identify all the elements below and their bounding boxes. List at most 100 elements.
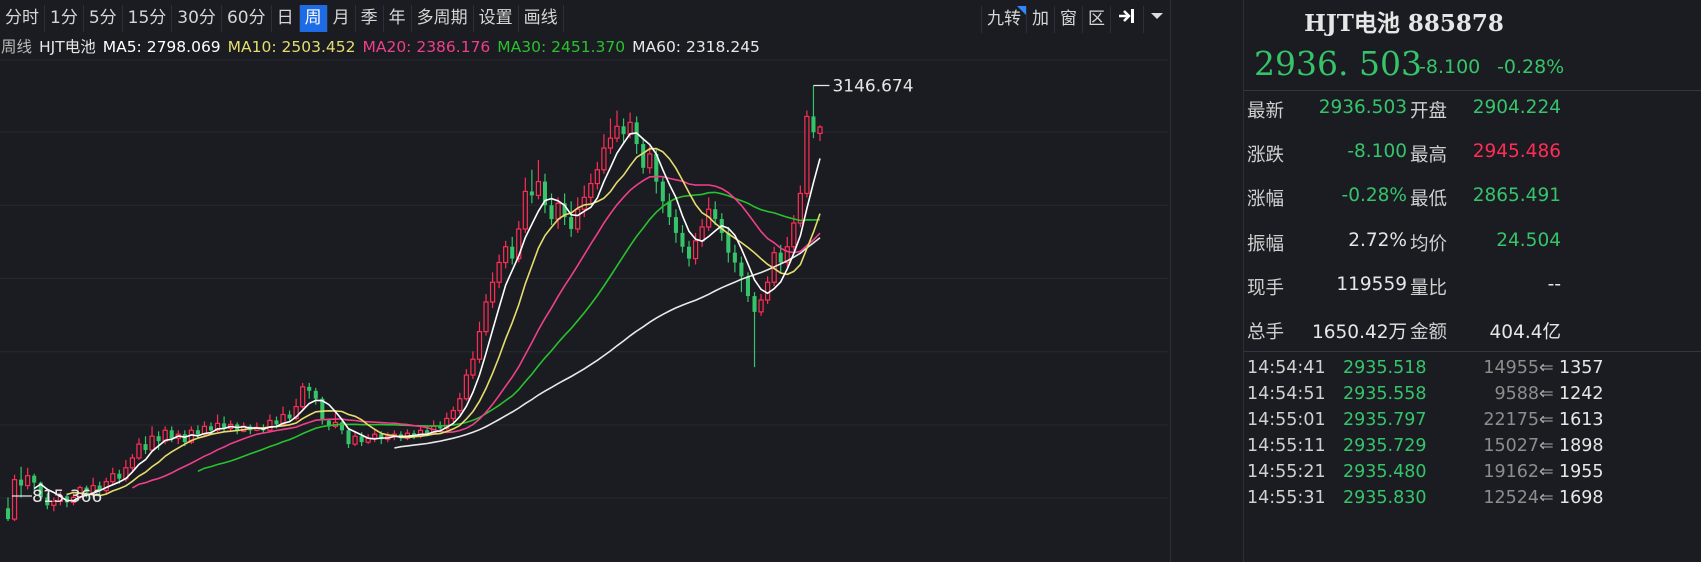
candle-body: [647, 153, 653, 169]
candle-body: [274, 420, 279, 425]
tick-row[interactable]: 14:55:11 2935.729 15027 ⇐ 1898: [1247, 436, 1701, 460]
period-tab[interactable]: 周: [299, 4, 328, 32]
quote-value: 1650.42万: [1311, 322, 1407, 343]
candle-body: [359, 436, 364, 443]
low-value-label: 815.366: [32, 487, 102, 507]
period-tab[interactable]: 月: [328, 4, 356, 32]
candle-body: [764, 281, 771, 301]
quote-label: 最高: [1410, 145, 1448, 166]
period-tab[interactable]: 多周期: [412, 4, 474, 32]
tick-row[interactable]: 14:55:31 2935.830 12524 ⇐ 1698: [1247, 488, 1701, 512]
ma-legend: 周线 HJT电池 MA5: 2798.069 MA10: 2503.452 MA20: …: [0, 35, 1170, 56]
period-tab[interactable]: 设置: [474, 4, 519, 32]
candle-body: [687, 246, 692, 259]
period-tab[interactable]: 30分: [172, 4, 222, 32]
candle-body: [569, 217, 574, 229]
tick-count: 1242: [1559, 384, 1604, 404]
quote-row: 涨跌 -8.100 最高 2945.486: [1247, 141, 1567, 171]
candle-body: [535, 180, 542, 197]
tick-count: 1357: [1559, 358, 1604, 378]
candle-body: [752, 296, 757, 312]
candle-body: [149, 435, 155, 451]
candle-body: [575, 208, 581, 230]
candle-body: [195, 430, 200, 435]
candle-body: [11, 479, 18, 520]
range-button[interactable]: 区: [1082, 6, 1110, 33]
candle-body: [463, 374, 470, 400]
candle-body: [601, 147, 607, 171]
candle-body: [804, 115, 810, 195]
tick-row[interactable]: 14:55:21 2935.480 19162 ⇐ 1955: [1247, 462, 1701, 486]
quote-value: 2865.491: [1472, 185, 1561, 206]
quote-value: 2904.224: [1472, 97, 1561, 118]
candle-body: [621, 126, 626, 135]
period-tab[interactable]: 日: [272, 4, 300, 32]
candle-body: [346, 430, 351, 445]
quote-label: 金额: [1410, 322, 1448, 343]
candle-body: [607, 137, 614, 149]
candle-body: [267, 419, 273, 431]
ma10-value: MA10: 2503.452: [227, 38, 356, 56]
divider: [1244, 90, 1701, 91]
add-button[interactable]: 加: [1026, 6, 1054, 33]
candle-body: [372, 433, 378, 439]
left-arrow-icon: ⇐: [1539, 436, 1554, 456]
period-tab[interactable]: 年: [384, 4, 412, 32]
quote-value: 404.4亿: [1489, 322, 1561, 343]
stock-name: HJT电池: [39, 38, 96, 56]
period-tab[interactable]: 画线: [519, 4, 564, 32]
quote-label: 总手: [1247, 322, 1285, 343]
quote-value: 2.72%: [1348, 230, 1407, 251]
expand-panel-icon[interactable]: [1110, 6, 1143, 33]
tick-volume: 19162: [1483, 462, 1539, 482]
candle-body: [117, 473, 122, 479]
candle-body: [797, 192, 803, 224]
candle-body: [641, 144, 646, 168]
period-tab[interactable]: 5分: [84, 4, 123, 32]
candle-body: [732, 252, 737, 263]
window-button[interactable]: 窗: [1054, 6, 1082, 33]
app-window: 32762911254021691798142710573146.674815.…: [0, 0, 1701, 562]
candle-body: [182, 434, 187, 443]
tick-row[interactable]: 14:54:51 2935.558 9588 ⇐ 1242: [1247, 384, 1701, 408]
period-tab[interactable]: 分时: [0, 4, 45, 32]
tick-row[interactable]: 14:54:41 2935.518 14955 ⇐ 1357: [1247, 358, 1701, 382]
candle-body: [143, 444, 148, 451]
period-tab[interactable]: 60分: [222, 4, 272, 32]
kline-chart[interactable]: 32762911254021691798142710573146.674815.…: [0, 0, 1170, 562]
candle-body: [156, 436, 161, 442]
chevron-down-icon[interactable]: [1143, 6, 1170, 33]
tick-count: 1955: [1559, 462, 1604, 482]
period-tab[interactable]: 季: [356, 4, 384, 32]
candle-body: [699, 226, 705, 242]
candle-body: [136, 443, 142, 459]
candle-body: [522, 190, 528, 230]
candle-body: [739, 262, 744, 277]
candle-body: [470, 358, 476, 376]
candle-body: [614, 125, 620, 139]
kline-chart-panel[interactable]: 32762911254021691798142710573146.674815.…: [0, 0, 1171, 562]
quote-label: 振幅: [1247, 234, 1285, 255]
tick-price: 2935.518: [1343, 358, 1427, 378]
ma10-line: [66, 147, 821, 497]
candle-body: [791, 222, 797, 248]
tick-count: 1898: [1559, 436, 1604, 456]
candle-body: [529, 191, 534, 196]
quote-value: 2945.486: [1472, 141, 1561, 162]
quote-panel: HJT电池 885878 2936. 503 -8.100 -0.28% 最新 2…: [1243, 0, 1701, 562]
quote-value: 2936.503: [1318, 97, 1407, 118]
tick-row[interactable]: 14:55:01 2935.797 22175 ⇐ 1613: [1247, 410, 1701, 434]
jiuzhuan-button[interactable]: 九转: [981, 6, 1026, 33]
candle-body: [811, 116, 816, 133]
quote-row: 涨幅 -0.28% 最低 2865.491: [1247, 185, 1567, 215]
period-tab[interactable]: 1分: [45, 4, 84, 32]
quote-value: -8.100: [1347, 141, 1407, 162]
quote-label: 涨跌: [1247, 145, 1285, 166]
ma60-value: MA60: 2318.245: [632, 38, 760, 56]
quote-label: 量比: [1410, 278, 1448, 299]
candle-body: [425, 430, 430, 434]
tick-price: 2935.729: [1343, 436, 1427, 456]
quote-change-pct: -0.28%: [1497, 56, 1565, 78]
period-tab[interactable]: 15分: [123, 4, 173, 32]
tick-time: 14:55:01: [1247, 410, 1326, 430]
